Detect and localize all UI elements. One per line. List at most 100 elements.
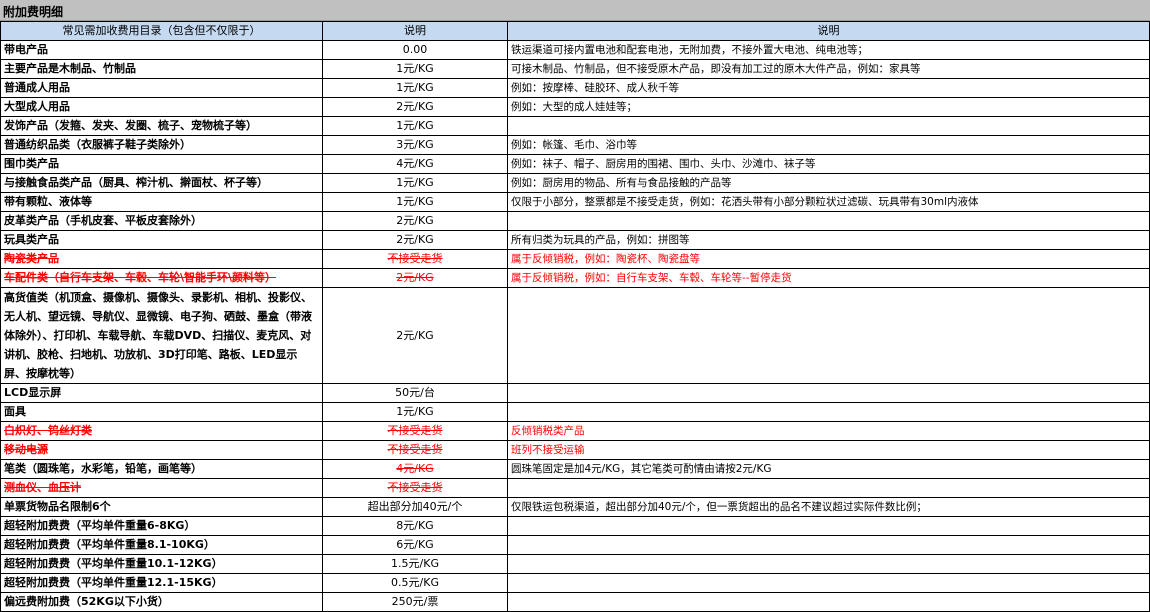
charge-text: 不接受走货 [387, 424, 443, 437]
note-cell[interactable]: 例如：按摩棒、硅胶环、成人秋千等 [507, 78, 1150, 98]
note-cell[interactable] [507, 287, 1150, 384]
charge-text: 1元/KG [396, 62, 434, 75]
note-cell[interactable] [507, 211, 1150, 231]
category-text: 发饰产品（发箍、发夹、发圈、梳子、宠物梳子等） [4, 119, 257, 132]
header-category[interactable]: 常见需加收费用目录（包含但不仅限于） [0, 21, 323, 41]
note-cell[interactable]: 仅限于小部分，整票都是不接受走货，例如：花洒头带有小部分颗粒状过滤碳、玩具带有3… [507, 192, 1150, 212]
category-cell[interactable]: 单票货物品名限制6个 [0, 497, 323, 517]
note-cell[interactable]: 反倾销税类产品 [507, 421, 1150, 441]
note-cell[interactable]: 圆珠笔固定是加4元/KG，其它笔类可酌情由请按2元/KG [507, 459, 1150, 479]
charge-cell[interactable]: 2元/KG [322, 211, 508, 231]
charge-cell[interactable]: 3元/KG [322, 135, 508, 155]
charge-cell[interactable]: 不接受走货 [322, 478, 508, 498]
category-text: 笔类（圆珠笔，水彩笔，铅笔，画笔等） [4, 462, 202, 475]
note-text: 班列不接受运输 [511, 444, 585, 456]
note-cell[interactable] [507, 535, 1150, 555]
table-row: 陶瓷类产品 不接受走货 属于反倾销税，例如：陶瓷杯、陶瓷盘等 [0, 249, 1150, 269]
note-cell[interactable]: 属于反倾销税，例如：自行车支架、车毂、车轮等--暂停走货 [507, 268, 1150, 288]
note-cell[interactable]: 铁运渠道可接内置电池和配套电池，无附加费，不接外置大电池、纯电池等； [507, 40, 1150, 60]
category-cell[interactable]: 高货值类（机顶盒、摄像机、摄像头、录影机、相机、投影仪、无人机、望远镜、导航仪、… [0, 287, 323, 384]
charge-cell[interactable]: 6元/KG [322, 535, 508, 555]
note-cell[interactable] [507, 554, 1150, 574]
charge-cell[interactable]: 1元/KG [322, 59, 508, 79]
note-text: 例如：按摩棒、硅胶环、成人秋千等 [511, 82, 679, 94]
charge-cell[interactable]: 不接受走货 [322, 249, 508, 269]
category-cell[interactable]: 测血仪、血压计 [0, 478, 323, 498]
category-text: 玩具类产品 [4, 233, 59, 246]
note-cell[interactable] [507, 592, 1150, 612]
note-text: 可接木制品、竹制品，但不接受原木产品，即没有加工过的原木大件产品，例如：家具等 [511, 63, 921, 75]
note-cell[interactable]: 班列不接受运输 [507, 440, 1150, 460]
charge-text: 3元/KG [396, 138, 434, 151]
charge-cell[interactable]: 2元/KG [322, 268, 508, 288]
category-cell[interactable]: 笔类（圆珠笔，水彩笔，铅笔，画笔等） [0, 459, 323, 479]
note-cell[interactable]: 例如：袜子、帽子、厨房用的围裙、围巾、头巾、沙滩巾、袜子等 [507, 154, 1150, 174]
category-cell[interactable]: 普通纺织品类（衣服裤子鞋子类除外） [0, 135, 323, 155]
note-cell[interactable] [507, 402, 1150, 422]
charge-cell[interactable]: 不接受走货 [322, 440, 508, 460]
category-cell[interactable]: 带有颗粒、液体等 [0, 192, 323, 212]
category-cell[interactable]: 白炽灯、钨丝灯类 [0, 421, 323, 441]
charge-cell[interactable]: 2元/KG [322, 287, 508, 384]
category-cell[interactable]: 皮革类产品（手机皮套、平板皮套除外） [0, 211, 323, 231]
category-cell[interactable]: 面具 [0, 402, 323, 422]
category-cell[interactable]: 围巾类产品 [0, 154, 323, 174]
category-cell[interactable]: 发饰产品（发箍、发夹、发圈、梳子、宠物梳子等） [0, 116, 323, 136]
charge-text: 2元/KG [396, 233, 434, 246]
note-text: 属于反倾销税，例如：自行车支架、车毂、车轮等--暂停走货 [511, 272, 792, 284]
category-cell[interactable]: LCD显示屏 [0, 383, 323, 403]
charge-cell[interactable]: 50元/台 [322, 383, 508, 403]
note-cell[interactable] [507, 573, 1150, 593]
table-row: 玩具类产品 2元/KG 所有归类为玩具的产品，例如：拼图等 [0, 230, 1150, 250]
category-text: 大型成人用品 [4, 100, 70, 113]
charge-cell[interactable]: 0.5元/KG [322, 573, 508, 593]
note-text: 例如：厨房用的物品、所有与食品接触的产品等 [511, 177, 732, 189]
category-cell[interactable]: 陶瓷类产品 [0, 249, 323, 269]
charge-cell[interactable]: 8元/KG [322, 516, 508, 536]
charge-cell[interactable]: 1元/KG [322, 78, 508, 98]
charge-cell[interactable]: 1元/KG [322, 192, 508, 212]
charge-cell[interactable]: 1元/KG [322, 402, 508, 422]
charge-cell[interactable]: 1元/KG [322, 173, 508, 193]
charge-cell[interactable]: 不接受走货 [322, 421, 508, 441]
charge-cell[interactable]: 2元/KG [322, 230, 508, 250]
note-cell[interactable] [507, 116, 1150, 136]
category-cell[interactable]: 车配件类（自行车支架、车毂、车轮\智能手环\颜料等） [0, 268, 323, 288]
charge-cell[interactable]: 2元/KG [322, 97, 508, 117]
note-cell[interactable]: 可接木制品、竹制品，但不接受原木产品，即没有加工过的原木大件产品，例如：家具等 [507, 59, 1150, 79]
table-row: 围巾类产品 4元/KG 例如：袜子、帽子、厨房用的围裙、围巾、头巾、沙滩巾、袜子等 [0, 154, 1150, 174]
category-cell[interactable]: 偏远费附加费（52KG以下小货） [0, 592, 323, 612]
note-cell[interactable]: 所有归类为玩具的产品，例如：拼图等 [507, 230, 1150, 250]
category-cell[interactable]: 玩具类产品 [0, 230, 323, 250]
category-cell[interactable]: 普通成人用品 [0, 78, 323, 98]
charge-cell[interactable]: 4元/KG [322, 459, 508, 479]
note-cell[interactable] [507, 516, 1150, 536]
header-note[interactable]: 说明 [507, 21, 1150, 41]
category-cell[interactable]: 主要产品是木制品、竹制品 [0, 59, 323, 79]
category-cell[interactable]: 移动电源 [0, 440, 323, 460]
note-cell[interactable]: 属于反倾销税，例如：陶瓷杯、陶瓷盘等 [507, 249, 1150, 269]
category-cell[interactable]: 超轻附加费费（平均单件重量12.1-15KG） [0, 573, 323, 593]
charge-cell[interactable]: 超出部分加40元/个 [322, 497, 508, 517]
category-cell[interactable]: 超轻附加费费（平均单件重量10.1-12KG） [0, 554, 323, 574]
note-cell[interactable]: 例如：厨房用的物品、所有与食品接触的产品等 [507, 173, 1150, 193]
header-charge[interactable]: 说明 [322, 21, 508, 41]
charge-cell[interactable]: 1元/KG [322, 116, 508, 136]
note-cell[interactable]: 仅限铁运包税渠道，超出部分加40元/个，但一票货超出的品名不建议超过实际件数比例… [507, 497, 1150, 517]
charge-cell[interactable]: 0.00 [322, 40, 508, 60]
note-cell[interactable]: 例如：帐篷、毛巾、浴巾等 [507, 135, 1150, 155]
charge-cell[interactable]: 250元/票 [322, 592, 508, 612]
category-text: 带电产品 [4, 43, 48, 56]
charge-cell[interactable]: 1.5元/KG [322, 554, 508, 574]
note-cell[interactable] [507, 478, 1150, 498]
note-cell[interactable] [507, 383, 1150, 403]
note-cell[interactable]: 例如：大型的成人娃娃等； [507, 97, 1150, 117]
category-cell[interactable]: 超轻附加费费（平均单件重量6-8KG） [0, 516, 323, 536]
category-cell[interactable]: 大型成人用品 [0, 97, 323, 117]
category-cell[interactable]: 与接触食品类产品（厨具、榨汁机、擀面杖、杯子等） [0, 173, 323, 193]
charge-text: 4元/KG [396, 157, 434, 170]
category-cell[interactable]: 超轻附加费费（平均单件重量8.1-10KG） [0, 535, 323, 555]
charge-cell[interactable]: 4元/KG [322, 154, 508, 174]
sheet-title-bar: 附加费明细 [0, 0, 1150, 21]
category-cell[interactable]: 带电产品 [0, 40, 323, 60]
